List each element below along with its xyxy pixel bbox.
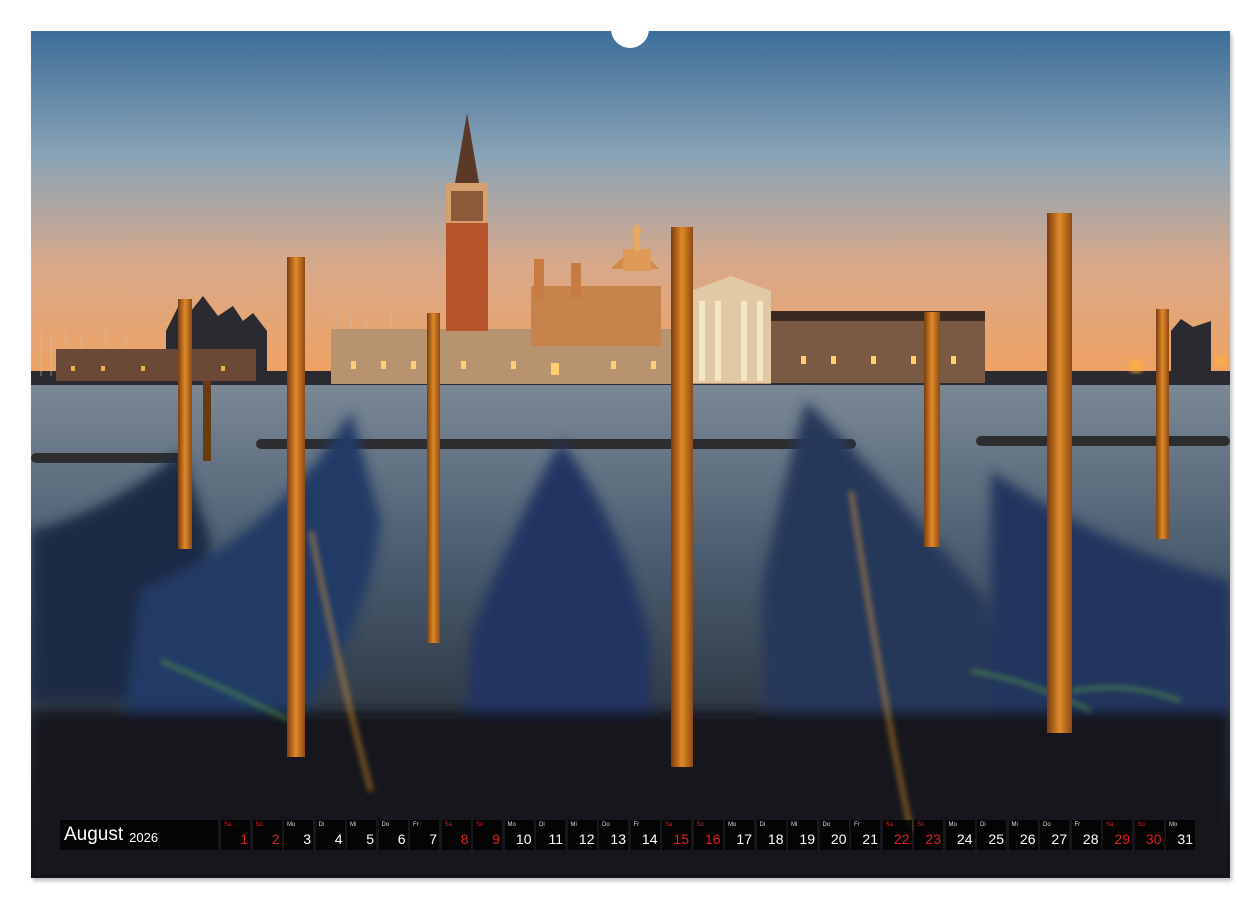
day-number: 19 bbox=[799, 831, 815, 847]
calendar-day: Mi 19 bbox=[788, 820, 817, 850]
calendar-day: So 9 bbox=[473, 820, 502, 850]
weekday-label: Sa bbox=[665, 822, 673, 828]
day-number: 30 bbox=[1145, 831, 1162, 847]
weekday-label: Mo bbox=[1169, 822, 1178, 828]
calendar-day: Do 20 bbox=[819, 820, 849, 850]
calendar-day: Sa 22 bbox=[882, 820, 912, 850]
weekday-label: So bbox=[476, 822, 484, 828]
calendar-day: Fr 7 bbox=[410, 820, 439, 850]
calendar-day: Mo 31 bbox=[1166, 820, 1195, 850]
weekday-label: Fr bbox=[854, 822, 860, 828]
weekday-label: So bbox=[255, 822, 263, 828]
weekday-label: So bbox=[1137, 822, 1145, 828]
weekday-label: Mo bbox=[507, 822, 516, 828]
calendar-day: Di 4 bbox=[315, 820, 345, 850]
day-number: 10 bbox=[515, 831, 532, 847]
day-number: 24 bbox=[956, 831, 973, 847]
weekday-label: Sa bbox=[444, 822, 452, 828]
day-number: 27 bbox=[1051, 831, 1067, 847]
weekday-label: Do bbox=[381, 822, 390, 828]
weekday-label: Di bbox=[980, 822, 986, 828]
weekday-label: So bbox=[917, 822, 925, 828]
calendar-day: Sa 8 bbox=[441, 820, 471, 850]
day-number: 15 bbox=[673, 831, 689, 847]
day-number: 23 bbox=[925, 831, 941, 847]
day-number: 13 bbox=[610, 831, 626, 847]
calendar-day: Mi 26 bbox=[1008, 820, 1038, 850]
waterfront-buildings-left bbox=[56, 349, 256, 381]
year: 2026 bbox=[129, 829, 159, 845]
day-number: 18 bbox=[767, 831, 784, 847]
day-number: 1 bbox=[240, 831, 248, 847]
month-name: August bbox=[64, 824, 124, 845]
weekday-label: Do bbox=[822, 822, 831, 828]
day-number: 6 bbox=[397, 831, 406, 847]
calendar-day: Di 11 bbox=[536, 820, 565, 850]
calendar-day: Fr 14 bbox=[630, 820, 660, 850]
calendar-day: Mo 3 bbox=[284, 820, 313, 850]
weekday-label: Sa bbox=[224, 822, 232, 828]
day-number: 11 bbox=[548, 831, 563, 847]
calendar-day: Do 27 bbox=[1040, 820, 1069, 850]
day-number: 14 bbox=[641, 831, 658, 847]
calendar-day: So 30 bbox=[1134, 820, 1164, 850]
venice-gondola-photo bbox=[31, 31, 1230, 878]
calendar-day: Di 25 bbox=[977, 820, 1006, 850]
calendar-day: So 16 bbox=[693, 820, 723, 850]
calendar-day: So 23 bbox=[914, 820, 943, 850]
calendar-day: Fr 28 bbox=[1071, 820, 1101, 850]
calendar-day: Sa 15 bbox=[662, 820, 691, 850]
weekday-label: Sa bbox=[1106, 822, 1114, 828]
day-number: 29 bbox=[1114, 831, 1130, 847]
weekday-label: So bbox=[696, 822, 704, 828]
calendar-day: Sa 29 bbox=[1103, 820, 1132, 850]
calendar-day: Fr 21 bbox=[851, 820, 880, 850]
calendar-day: So 2 bbox=[252, 820, 282, 850]
weekday-label: Do bbox=[602, 822, 610, 828]
weekday-label: Mo bbox=[287, 822, 296, 828]
calendar-day: Mo 24 bbox=[945, 820, 975, 850]
day-number: 9 bbox=[492, 831, 500, 847]
weekday-label: Mi bbox=[791, 822, 798, 828]
day-number: 8 bbox=[460, 831, 469, 847]
calendar-day: Sa 1 bbox=[221, 820, 250, 850]
day-number: 20 bbox=[830, 831, 847, 847]
day-number: 22 bbox=[893, 831, 910, 847]
day-number: 16 bbox=[704, 831, 721, 847]
weekday-label: Mo bbox=[948, 822, 957, 828]
calendar-day: Mo 10 bbox=[504, 820, 534, 850]
day-number: 26 bbox=[1019, 831, 1036, 847]
calendar-day: Do 6 bbox=[378, 820, 408, 850]
weekday-label: Di bbox=[539, 822, 545, 828]
weekday-label: Mi bbox=[350, 822, 357, 828]
weekday-label: Mi bbox=[1011, 822, 1018, 828]
day-number: 7 bbox=[429, 831, 437, 847]
calendar-day: Mi 12 bbox=[567, 820, 597, 850]
day-number: 17 bbox=[736, 831, 752, 847]
calendar-day: Di 18 bbox=[756, 820, 786, 850]
calendar-day: Mo 17 bbox=[725, 820, 754, 850]
weekday-label: Di bbox=[318, 822, 325, 828]
calendar-page: August 2026 Sa 1 So 2 Mo 3 Di 4 Mi 5 Do 6 Fr 7 Sa 8 So 9 M… bbox=[0, 0, 1260, 908]
weekday-label: Fr bbox=[413, 822, 419, 828]
day-number: 2 bbox=[271, 831, 280, 847]
weekday-label: Do bbox=[1043, 822, 1051, 828]
day-number: 28 bbox=[1082, 831, 1099, 847]
weekday-label: Sa bbox=[885, 822, 893, 828]
day-number: 12 bbox=[578, 831, 595, 847]
day-number: 5 bbox=[366, 831, 374, 847]
calendar-title: August 2026 bbox=[60, 820, 218, 850]
day-number: 31 bbox=[1177, 831, 1193, 847]
day-number: 3 bbox=[303, 831, 311, 847]
calendar-day: Mi 5 bbox=[347, 820, 376, 850]
day-number: 4 bbox=[334, 831, 343, 847]
weekday-label: Mo bbox=[728, 822, 737, 828]
weekday-label: Di bbox=[759, 822, 766, 828]
weekday-label: Fr bbox=[1074, 822, 1081, 828]
weekday-label: Mi bbox=[570, 822, 577, 828]
day-number: 25 bbox=[988, 831, 1004, 847]
day-number: 21 bbox=[862, 831, 878, 847]
weekday-label: Fr bbox=[633, 822, 640, 828]
calendar-day: Do 13 bbox=[599, 820, 628, 850]
